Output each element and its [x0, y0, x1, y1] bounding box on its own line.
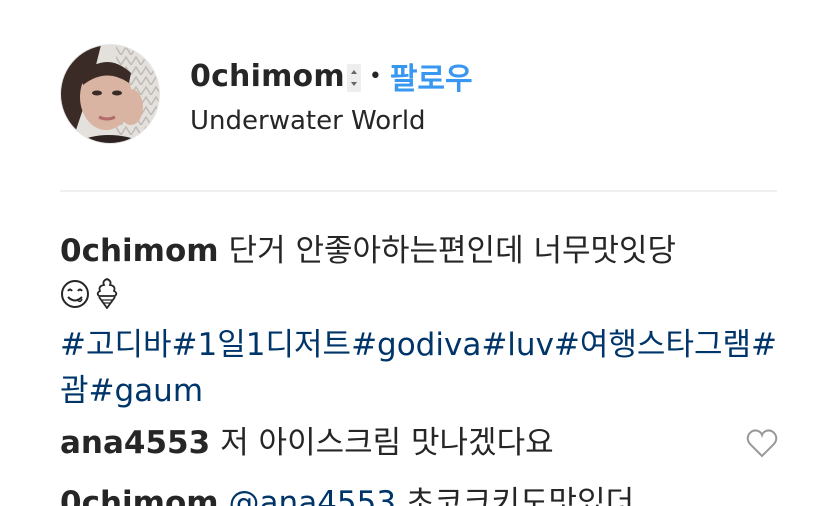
header-top-row: 0chimom • 팔로우 — [190, 54, 473, 98]
hashtag-link[interactable]: #gaum — [89, 373, 204, 409]
comment-text: 초코크키도맛있더 — [405, 485, 635, 506]
comment-item: ana4553 저 아이스크림 맛나겠다요 — [60, 420, 780, 466]
caption-text: 단거 안좋아하는편인데 너무맛잇당 — [228, 233, 677, 269]
avatar[interactable] — [60, 44, 160, 144]
comment-text: 저 아이스크림 맛나겠다요 — [220, 425, 554, 461]
avatar-image — [61, 45, 159, 143]
hashtag-link[interactable]: #1일1디저트 — [172, 327, 352, 363]
location-link[interactable]: Underwater World — [190, 106, 473, 136]
hashtag-link[interactable]: #여행스타그램 — [554, 327, 751, 363]
hashtag-link[interactable]: #godiva — [351, 327, 481, 363]
header-divider — [60, 190, 777, 192]
comment-username[interactable]: ana4553 — [60, 425, 210, 461]
comment-mention[interactable]: @ana4553 — [229, 485, 397, 506]
hashtag-link[interactable]: #고디바 — [60, 327, 172, 363]
soft-ice-cream-icon — [94, 276, 120, 322]
caption-username[interactable]: 0chimom — [60, 233, 219, 269]
hashtag-link[interactable]: #luv — [481, 327, 554, 363]
comment-username[interactable]: 0chimom — [60, 485, 219, 506]
header-username[interactable]: 0chimom — [190, 59, 345, 94]
instagram-post: 0chimom • 팔로우 Underwater World 0chimom 단거… — [0, 0, 818, 506]
header-info: 0chimom • 팔로우 Underwater World — [190, 54, 473, 137]
follow-button[interactable]: 팔로우 — [390, 54, 473, 98]
separator-dot: • — [368, 63, 382, 89]
comment-item: 0chimom @ana4553 초코크키도맛있더 — [60, 480, 780, 506]
post-caption: 0chimom 단거 안좋아하는편인데 너무맛잇당 #고디바#1일1디저트#god… — [60, 228, 780, 414]
hashtag-list: #고디바#1일1디저트#godiva#luv#여행스타그램#괌#gaum — [60, 327, 777, 409]
face-savoring-food-icon — [60, 276, 90, 322]
heart-icon[interactable] — [746, 428, 778, 458]
post-header: 0chimom • 팔로우 Underwater World — [60, 44, 780, 146]
spinner-icon — [346, 64, 361, 92]
